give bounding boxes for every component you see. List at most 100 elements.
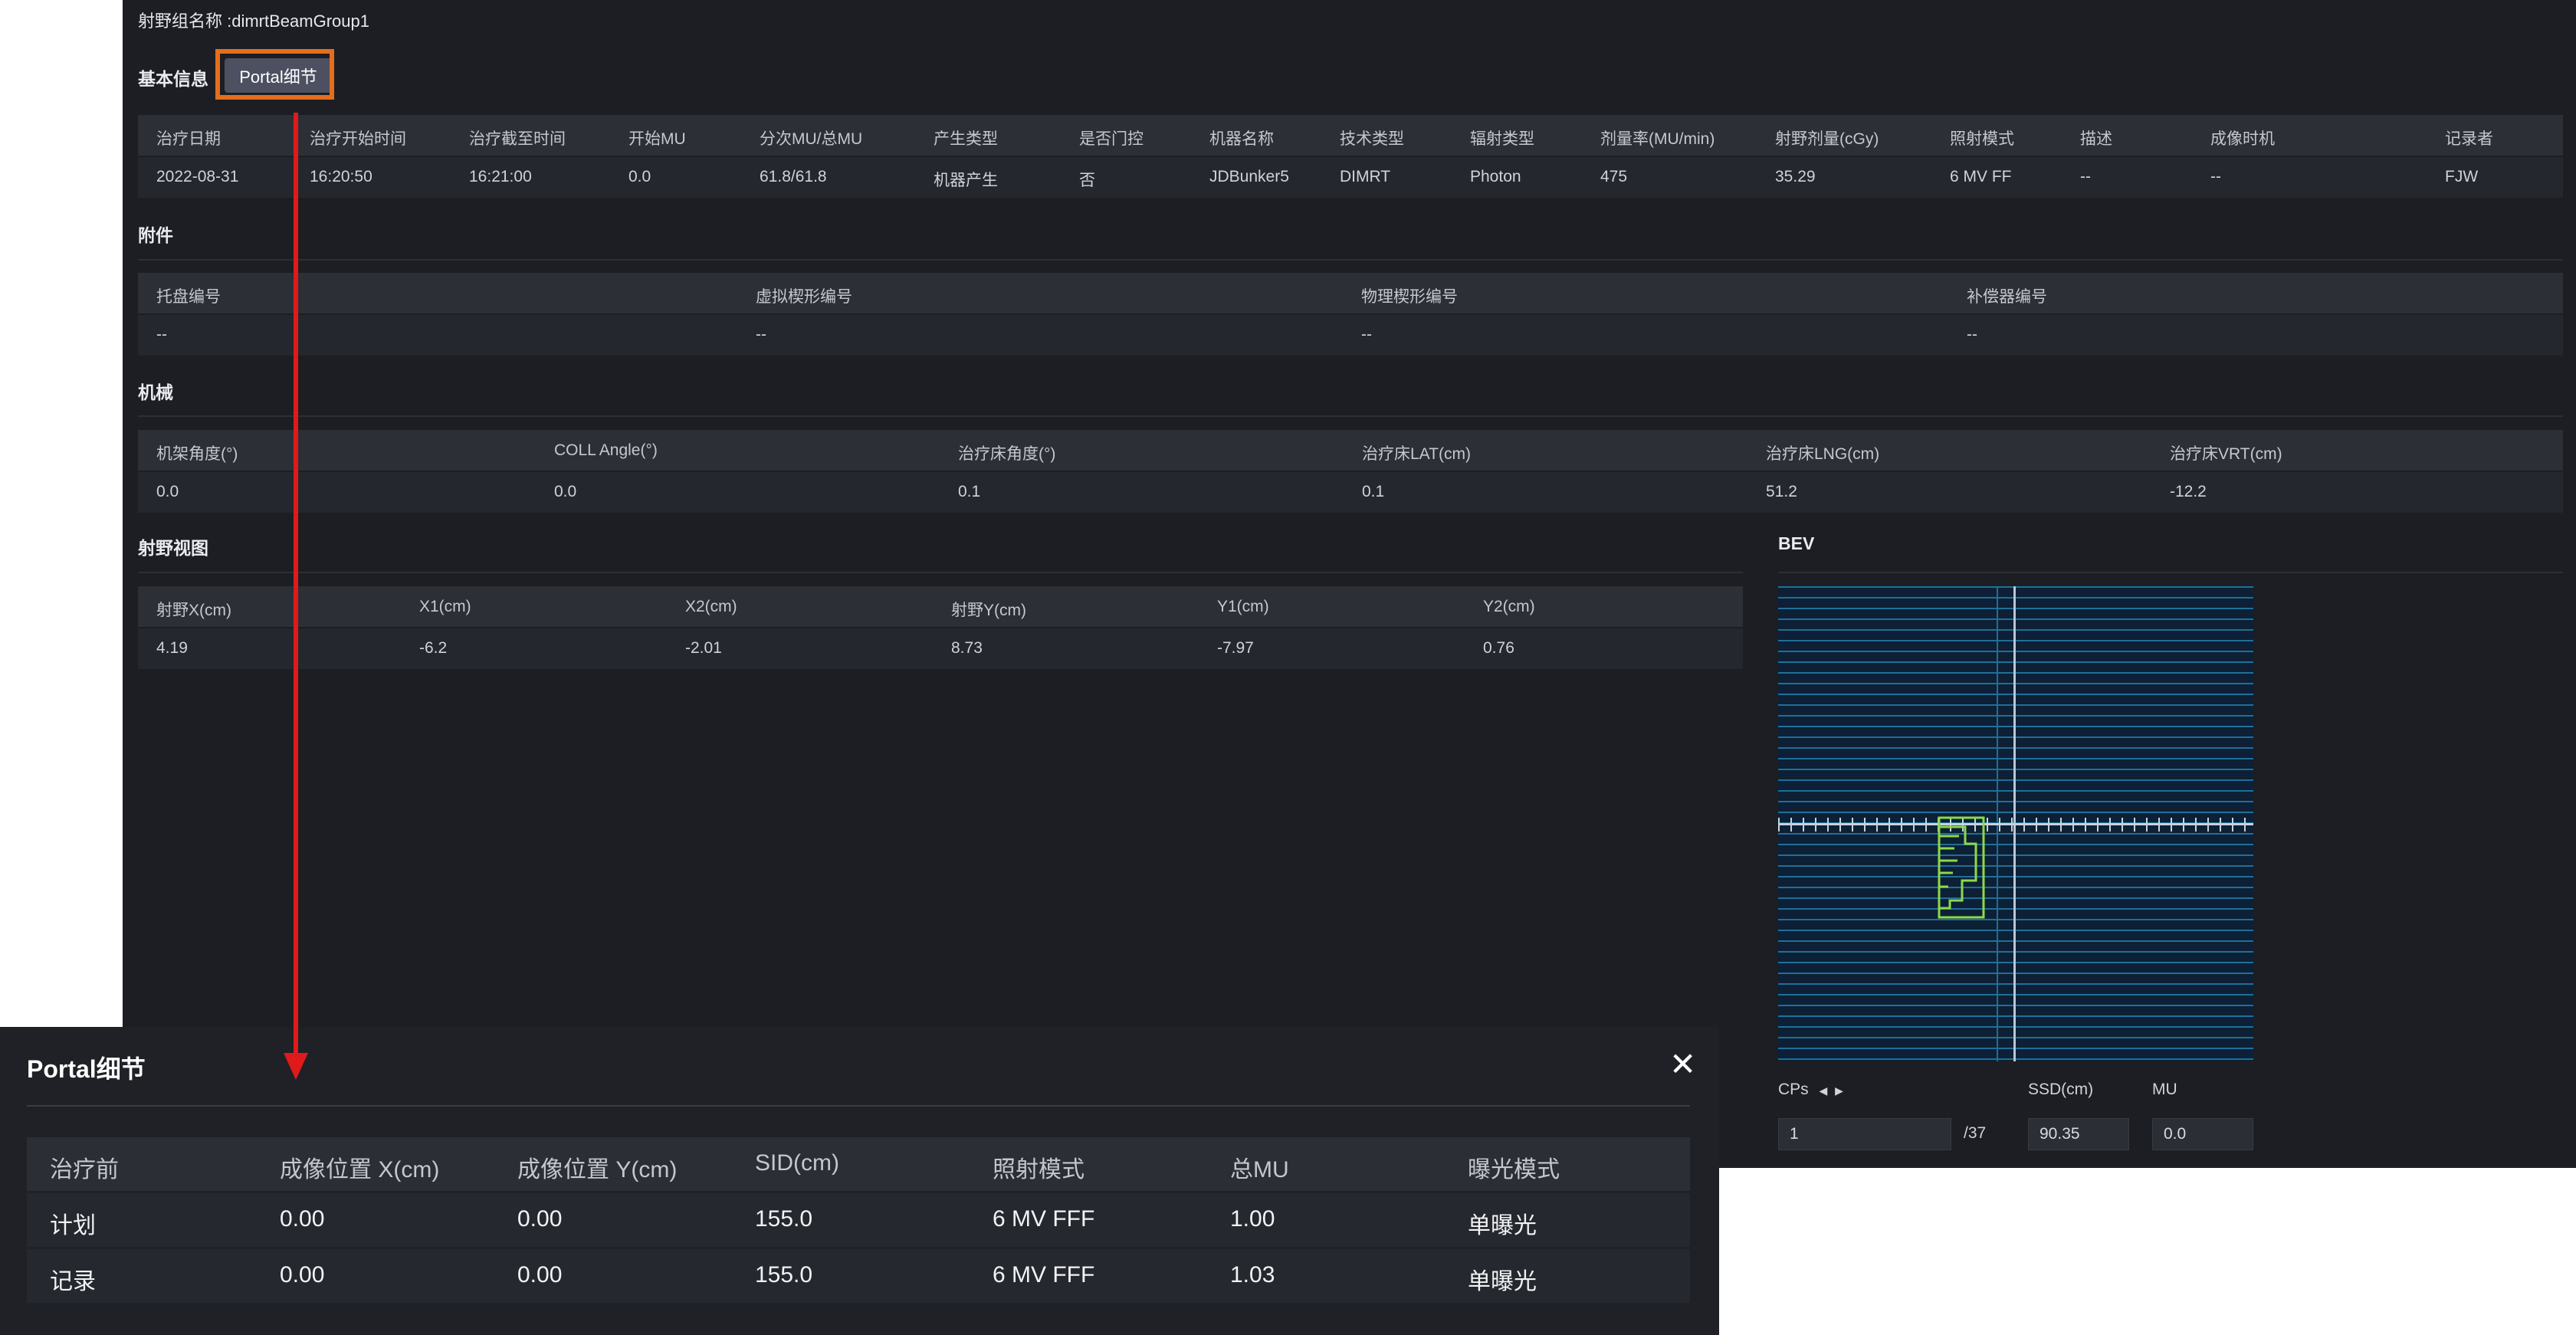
- fieldview-table-row: 4.19 -6.2 -2.01 8.73 -7.97 0.76: [138, 628, 1743, 669]
- basic-value-cell: JDBunker5: [1209, 168, 1289, 185]
- basic-value-cell: 机器产生: [934, 172, 998, 189]
- popup-value-cell: 0.00: [280, 1262, 325, 1287]
- mechanical-value-cell: 0.0: [156, 483, 179, 500]
- fieldview-value-cell: 4.19: [156, 639, 188, 657]
- fieldview-value-cell: -7.97: [1217, 639, 1254, 657]
- fieldview-header-cell: Y2(cm): [1483, 598, 1535, 615]
- basic-value-cell: 475: [1600, 168, 1628, 185]
- mechanical-header-cell: COLL Angle(°): [554, 441, 658, 459]
- mu-input[interactable]: 0.0: [2152, 1118, 2253, 1150]
- mechanical-value-cell: 0.1: [1362, 483, 1385, 500]
- cps-next-icon[interactable]: ▶: [1835, 1084, 1843, 1097]
- popup-value-cell: 0.00: [280, 1206, 325, 1232]
- popup-value-cell: 单曝光: [1468, 1213, 1537, 1238]
- divider: [138, 572, 1743, 573]
- basic-header-cell: 照射模式: [1950, 130, 2014, 148]
- basic-header-cell: 治疗截至时间: [469, 130, 566, 148]
- popup-value-cell: 记录: [50, 1269, 96, 1294]
- cps-label: CPs: [1778, 1081, 1809, 1098]
- bev-view[interactable]: [1778, 586, 2253, 1061]
- field-aperture-shape: [1938, 816, 1985, 919]
- divider: [1778, 572, 2563, 573]
- basic-table-header: 治疗日期 治疗开始时间 治疗截至时间 开始MU 分次MU/总MU 产生类型 是否…: [138, 115, 2563, 156]
- popup-value-cell: 1.00: [1230, 1206, 1275, 1232]
- popup-table-row: 记录 0.00 0.00 155.0 6 MV FFF 1.03 单曝光: [27, 1249, 1690, 1303]
- mechanical-value-cell: -12.2: [2170, 483, 2207, 500]
- popup-header-cell: SID(cm): [755, 1150, 839, 1176]
- fieldview-table-header: 射野X(cm) X1(cm) X2(cm) 射野Y(cm) Y1(cm) Y2(…: [138, 586, 1743, 627]
- section-title-mechanical: 机械: [138, 382, 173, 402]
- popup-value-cell: 1.03: [1230, 1262, 1275, 1287]
- popup-header-cell: 治疗前: [50, 1157, 119, 1182]
- basic-value-cell: 2022-08-31: [156, 168, 239, 185]
- cps-input[interactable]: 1: [1778, 1118, 1951, 1150]
- basic-header-cell: 机器名称: [1209, 130, 1274, 148]
- basic-header-cell: 辐射类型: [1470, 130, 1534, 148]
- cps-label-group: CPs ◀ ▶: [1778, 1081, 1843, 1099]
- basic-header-cell: 开始MU: [628, 130, 686, 148]
- popup-header-cell: 照射模式: [993, 1157, 1085, 1182]
- mechanical-header-cell: 治疗床角度(°): [958, 445, 1056, 463]
- popup-value-cell: 计划: [50, 1213, 96, 1238]
- basic-value-cell: Photon: [1470, 168, 1521, 185]
- section-title-bev: BEV: [1778, 533, 1815, 553]
- accessory-table-row: -- -- -- --: [138, 315, 2563, 356]
- popup-value-cell: 0.00: [517, 1262, 563, 1287]
- basic-header-cell: 技术类型: [1340, 130, 1404, 148]
- basic-header-cell: 成像时机: [2210, 130, 2275, 148]
- popup-value-cell: 155.0: [755, 1206, 813, 1232]
- basic-value-cell: 16:21:00: [469, 168, 532, 185]
- fieldview-value-cell: -6.2: [419, 639, 448, 657]
- popup-value-cell: 单曝光: [1468, 1269, 1537, 1294]
- popup-value-cell: 0.00: [517, 1206, 563, 1232]
- cps-prev-icon[interactable]: ◀: [1820, 1084, 1828, 1097]
- popup-header-cell: 总MU: [1230, 1157, 1289, 1182]
- accessory-header-cell: 虚拟楔形编号: [756, 288, 852, 306]
- mu-label: MU: [2152, 1081, 2177, 1098]
- basic-value-cell: --: [2080, 168, 2091, 185]
- mechanical-value-cell: 0.0: [554, 483, 577, 500]
- basic-header-cell: 是否门控: [1079, 130, 1144, 148]
- mechanical-header-cell: 机架角度(°): [156, 445, 238, 463]
- mechanical-value-cell: 0.1: [958, 483, 981, 500]
- basic-header-cell: 治疗日期: [156, 130, 221, 148]
- basic-header-cell: 剂量率(MU/min): [1600, 130, 1715, 148]
- mechanical-header-cell: 治疗床VRT(cm): [2170, 445, 2282, 463]
- mechanical-table-row: 0.0 0.0 0.1 0.1 51.2 -12.2: [138, 472, 2563, 513]
- fieldview-value-cell: 0.76: [1483, 639, 1514, 657]
- annotation-arrow-head-icon: [284, 1053, 308, 1080]
- popup-value-cell: 6 MV FFF: [993, 1206, 1095, 1232]
- basic-header-cell: 记录者: [2445, 130, 2493, 148]
- basic-value-cell: DIMRT: [1340, 168, 1391, 185]
- bev-crosshair-horizontal: [1778, 823, 2253, 825]
- popup-divider: [27, 1105, 1690, 1107]
- accessory-header-cell: 物理楔形编号: [1361, 288, 1458, 306]
- popup-header-cell: 曝光模式: [1468, 1157, 1560, 1182]
- popup-title: Portal细节: [27, 1055, 146, 1083]
- accessory-header-cell: 托盘编号: [156, 288, 221, 306]
- portal-button-highlight: [215, 49, 334, 100]
- accessory-table-header: 托盘编号 虚拟楔形编号 物理楔形编号 补偿器编号: [138, 273, 2563, 313]
- popup-table-header: 治疗前 成像位置 X(cm) 成像位置 Y(cm) SID(cm) 照射模式 总…: [27, 1137, 1690, 1191]
- close-icon[interactable]: ✕: [1669, 1048, 1696, 1081]
- mechanical-header-cell: 治疗床LAT(cm): [1362, 445, 1471, 463]
- popup-table-row: 计划 0.00 0.00 155.0 6 MV FFF 1.00 单曝光: [27, 1193, 1690, 1247]
- fieldview-header-cell: 射野Y(cm): [951, 602, 1026, 619]
- beam-group-name: 射野组名称 :dimrtBeamGroup1: [138, 11, 369, 31]
- popup-value-cell: 155.0: [755, 1262, 813, 1287]
- fieldview-header-cell: 射野X(cm): [156, 602, 231, 619]
- accessory-header-cell: 补偿器编号: [1967, 288, 2047, 306]
- popup-value-cell: 6 MV FFF: [993, 1262, 1095, 1287]
- basic-header-cell: 治疗开始时间: [310, 130, 406, 148]
- divider: [138, 415, 2563, 417]
- basic-value-cell: 0.0: [628, 168, 651, 185]
- basic-header-cell: 分次MU/总MU: [760, 130, 863, 148]
- accessory-value-cell: --: [1361, 326, 1372, 343]
- ssd-input[interactable]: 90.35: [2028, 1118, 2129, 1150]
- ssd-label: SSD(cm): [2028, 1081, 2094, 1098]
- accessory-value-cell: --: [1967, 326, 1977, 343]
- popup-header-cell: 成像位置 Y(cm): [517, 1157, 678, 1182]
- fieldview-header-cell: Y1(cm): [1217, 598, 1269, 615]
- basic-value-cell: 6 MV FF: [1950, 168, 2012, 185]
- mechanical-value-cell: 51.2: [1766, 483, 1797, 500]
